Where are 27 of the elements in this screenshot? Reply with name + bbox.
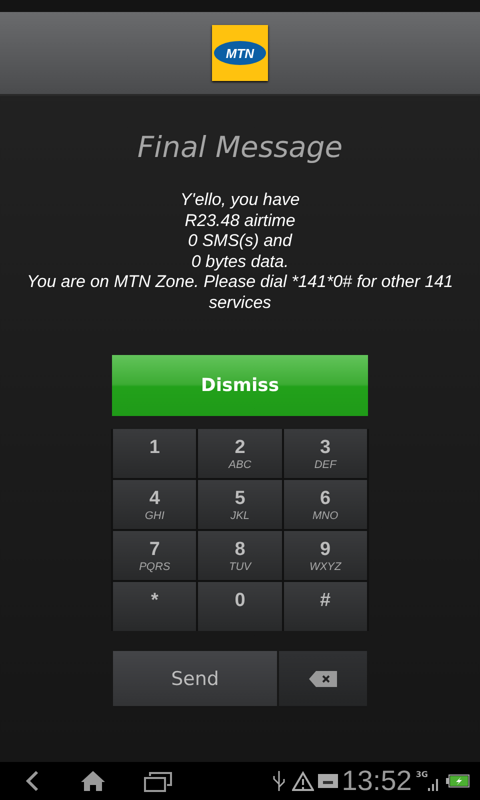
send-button[interactable]: Send: [113, 651, 277, 706]
backspace-button[interactable]: [279, 651, 367, 706]
message-icon: [318, 774, 338, 788]
backspace-icon: [309, 670, 337, 686]
recent-apps-button[interactable]: [144, 770, 172, 792]
back-button[interactable]: [24, 770, 40, 792]
keypad-key[interactable]: 9 WXYZ: [284, 531, 367, 580]
logo: MTN: [212, 25, 268, 81]
keypad-key[interactable]: #: [284, 582, 367, 631]
keypad-key[interactable]: 3 DEF: [284, 429, 367, 478]
keypad-key[interactable]: 2 ABC: [198, 429, 282, 478]
warning-icon: [292, 771, 314, 791]
usb-icon: [272, 770, 286, 792]
keypad-key[interactable]: 6 MNO: [284, 480, 367, 529]
keypad-key[interactable]: 0: [198, 582, 282, 631]
keypad-key[interactable]: 5 JKL: [198, 480, 282, 529]
network-type: 3G: [416, 770, 428, 779]
clock: 13:52: [342, 765, 412, 797]
signal-icon: [428, 777, 438, 791]
keypad-key[interactable]: *: [113, 582, 196, 631]
keypad-key[interactable]: 4 GHI: [113, 480, 196, 529]
message-text: Y'ello, you have R23.48 airtime 0 SMS(s) and 0 bytes data. You are on MTN Zone. Please dial *141*0# for other 141 services: [26, 190, 454, 313]
keypad-key[interactable]: 8 TUV: [198, 531, 282, 580]
dialog-title: Final Message: [136, 130, 344, 164]
keypad-key[interactable]: 1: [113, 429, 196, 478]
keypad-key[interactable]: 7 PQRS: [113, 531, 196, 580]
home-button[interactable]: [80, 770, 106, 792]
